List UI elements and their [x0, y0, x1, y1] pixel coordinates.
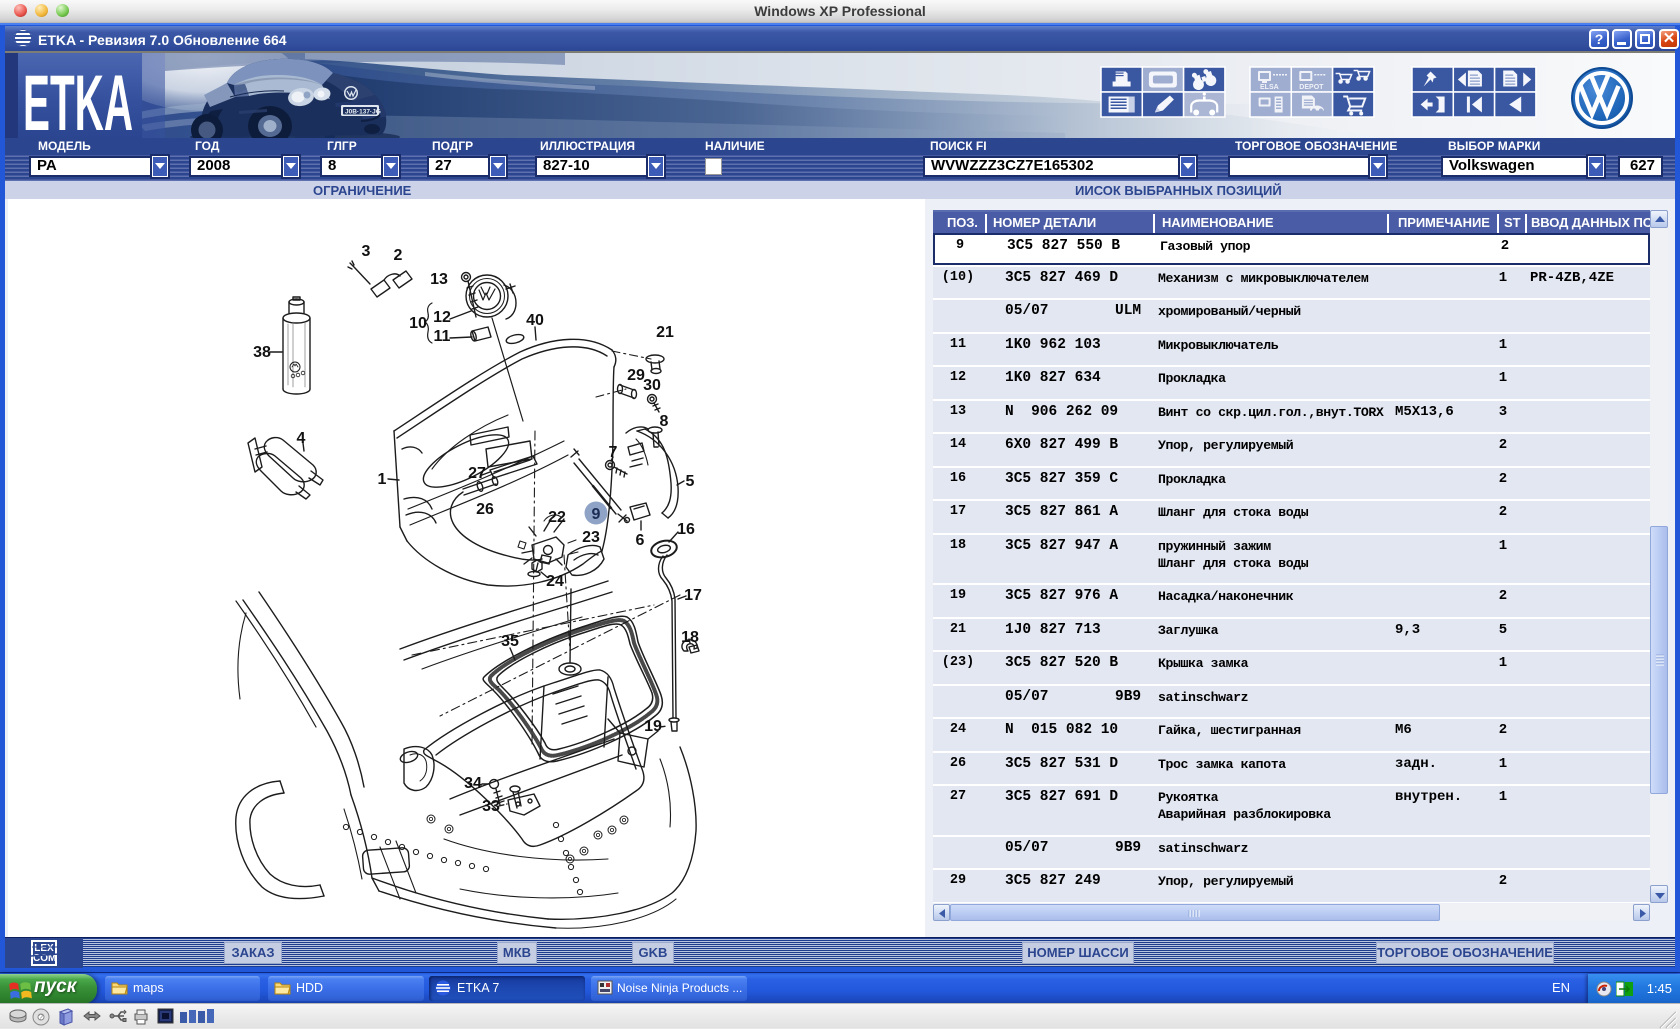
svg-text:23: 23 — [582, 529, 600, 546]
svg-text:19: 19 — [644, 718, 662, 735]
svg-text:J0B·137·JG: J0B·137·JG — [345, 109, 381, 116]
svg-text:12: 12 — [433, 309, 451, 326]
svg-text:13: 13 — [430, 271, 448, 288]
svg-text:6: 6 — [636, 532, 645, 549]
svg-text:ETKA: ETKA — [23, 58, 133, 138]
svg-text:18: 18 — [681, 629, 699, 646]
svg-text:21: 21 — [656, 324, 674, 341]
svg-text:5: 5 — [686, 473, 695, 490]
svg-text:?: ? — [39, 1013, 44, 1022]
svg-text:17: 17 — [684, 587, 702, 604]
svg-text:1: 1 — [378, 471, 387, 488]
svg-text:40: 40 — [526, 312, 544, 329]
svg-text:10: 10 — [409, 315, 427, 332]
svg-text:2: 2 — [394, 247, 403, 264]
svg-text:ELSA: ELSA — [1260, 84, 1279, 91]
svg-text:11: 11 — [434, 328, 451, 345]
svg-text:8: 8 — [660, 413, 669, 430]
svg-text:33: 33 — [482, 798, 500, 815]
svg-text:DEPOT: DEPOT — [1299, 84, 1324, 91]
svg-text:4: 4 — [297, 430, 306, 447]
svg-text:35: 35 — [501, 633, 519, 650]
svg-text:24: 24 — [546, 573, 564, 590]
svg-text:27: 27 — [468, 465, 486, 482]
svg-text:22: 22 — [548, 509, 566, 526]
svg-text:30: 30 — [643, 377, 661, 394]
svg-text:16: 16 — [677, 521, 695, 538]
svg-text:9: 9 — [592, 506, 601, 523]
svg-text:38: 38 — [253, 344, 271, 361]
svg-text:3: 3 — [362, 243, 371, 260]
svg-text:34: 34 — [464, 775, 482, 792]
svg-text:26: 26 — [476, 501, 494, 518]
svg-text:7: 7 — [609, 444, 618, 461]
